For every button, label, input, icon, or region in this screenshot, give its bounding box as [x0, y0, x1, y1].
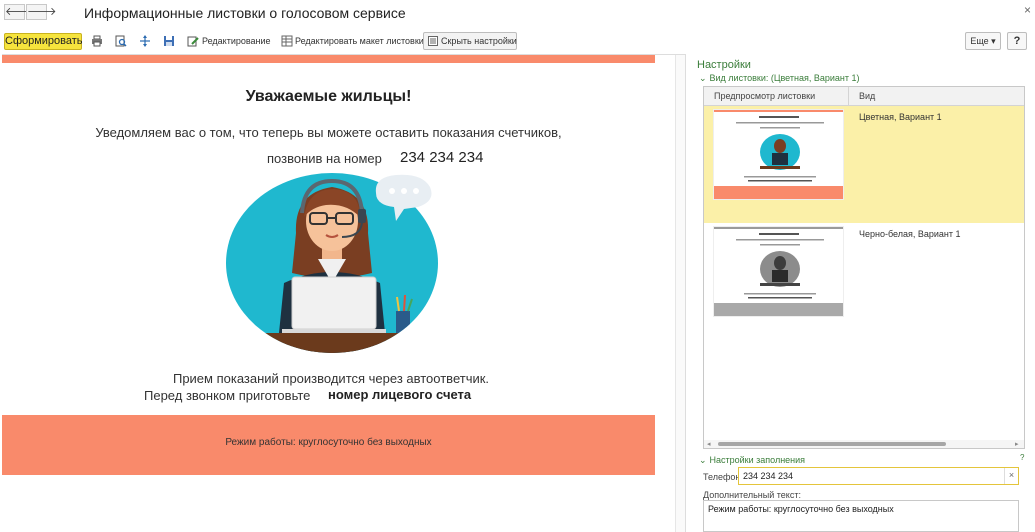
window-title: Информационные листовки о голосовом серв…: [84, 5, 406, 21]
leaflet-prepare-text: Перед звонком приготовьте: [144, 388, 311, 403]
scroll-right-icon[interactable]: ▸: [1015, 440, 1019, 448]
leaflet-greeting: Уважаемые жильцы!: [245, 88, 412, 105]
leaflet-info-text: Прием показаний производится через автоо…: [172, 371, 490, 386]
title-bar: 🡐 🡒 Информационные листовки о голосовом …: [0, 0, 1035, 28]
layout-icon: [281, 35, 293, 47]
fill-settings-section[interactable]: ⌄ Настройки заполнения: [699, 455, 805, 466]
table-row[interactable]: Черно-белая, Вариант 1: [704, 223, 1024, 339]
leaflet-intro-text: Уведомляем вас о том, что теперь вы може…: [95, 125, 562, 140]
help-button[interactable]: ?: [1007, 32, 1027, 50]
column-header-type: Вид: [859, 91, 876, 101]
hide-settings-button[interactable]: Скрыть настройки: [423, 32, 517, 50]
leaflet-footer-text: Режим работы: круглосуточно без выходных: [225, 437, 432, 448]
phone-label: Телефон:: [703, 472, 743, 482]
back-button[interactable]: 🡐: [4, 4, 35, 20]
operator-illustration: [226, 173, 438, 353]
vertical-scrollbar[interactable]: [675, 55, 685, 532]
phone-input-value: 234 234 234: [743, 471, 794, 481]
extra-text-label: Дополнительный текст:: [703, 490, 801, 500]
leaflet-type-section[interactable]: ⌄ Вид листовки: (Цветная, Вариант 1): [699, 73, 860, 84]
leaflet-phone-label: позвонив на номер: [267, 151, 382, 166]
toolbar: Сформировать Редактирование Редактироват…: [0, 30, 1035, 52]
scrollbar-thumb[interactable]: [718, 442, 946, 446]
leaflet-preview: Уважаемые жильцы! Уведомляем вас о том, …: [2, 54, 686, 532]
header-divider: [848, 87, 849, 106]
arrow-right-icon: 🡒: [27, 6, 57, 18]
close-window-button[interactable]: ×: [1024, 3, 1031, 17]
row-type-label: Черно-белая, Вариант 1: [859, 229, 961, 239]
edit-layout-button[interactable]: Редактировать макет листовки: [295, 36, 424, 46]
preview-icon[interactable]: [115, 35, 127, 47]
phone-input[interactable]: 234 234 234 ×: [738, 467, 1019, 485]
chevron-down-icon: ⌄: [699, 455, 707, 465]
horizontal-scrollbar[interactable]: ◂ ▸: [704, 440, 1024, 448]
help-icon[interactable]: ?: [1020, 453, 1024, 462]
scroll-left-icon[interactable]: ◂: [707, 440, 711, 448]
extra-text-field[interactable]: Режим работы: круглосуточно без выходных: [703, 500, 1019, 532]
column-header-preview: Предпросмотр листовки: [714, 91, 816, 101]
form-button[interactable]: Сформировать: [4, 33, 83, 50]
save-icon[interactable]: [163, 35, 175, 47]
more-button[interactable]: Еще ▾: [965, 32, 1001, 50]
footer-band: Режим работы: круглосуточно без выходных: [2, 415, 655, 475]
leaflet-type-table: Предпросмотр листовки Вид Цветная, Вариа…: [703, 86, 1025, 449]
table-header: Предпросмотр листовки Вид: [704, 87, 1024, 106]
extra-text-value: Режим работы: круглосуточно без выходных: [708, 504, 894, 514]
print-icon[interactable]: [91, 35, 103, 47]
forward-button[interactable]: 🡒: [26, 4, 57, 20]
leaflet-type-section-label: Вид листовки: (Цветная, Вариант 1): [709, 73, 860, 83]
fill-settings-section-label: Настройки заполнения: [709, 455, 806, 465]
table-row[interactable]: Цветная, Вариант 1: [704, 106, 1024, 223]
bw-leaflet-thumbnail: [713, 226, 844, 317]
panel-icon: [428, 36, 438, 46]
leaflet-account-text: номер лицевого счета: [328, 387, 472, 402]
move-icon[interactable]: [139, 35, 151, 47]
hide-settings-label: Скрыть настройки: [441, 36, 517, 46]
top-stripe: [2, 55, 655, 63]
chevron-down-icon: ⌄: [699, 73, 707, 83]
clear-icon[interactable]: ×: [1004, 468, 1018, 484]
row-type-label: Цветная, Вариант 1: [859, 112, 942, 122]
color-leaflet-thumbnail: [713, 109, 844, 200]
leaflet-phone-number: 234 234 234: [400, 149, 484, 166]
edit-icon: [187, 36, 199, 47]
edit-mode-button[interactable]: Редактирование: [202, 36, 271, 46]
settings-title: Настройки: [697, 59, 751, 71]
